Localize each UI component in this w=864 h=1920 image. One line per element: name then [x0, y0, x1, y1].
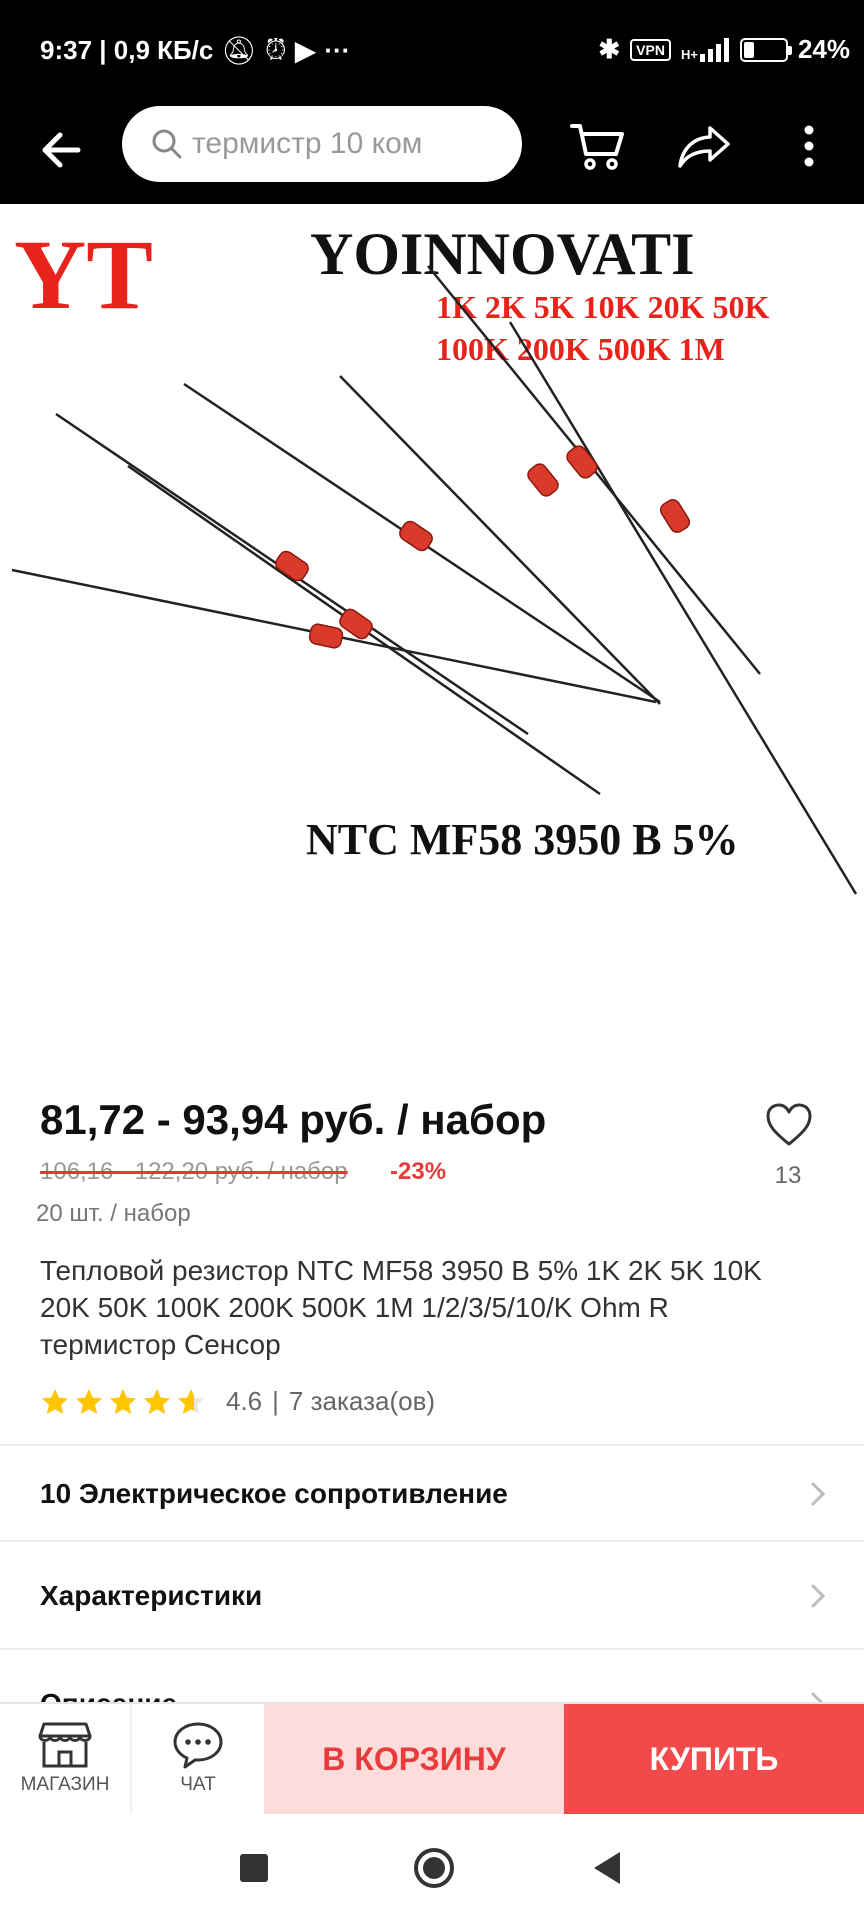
- search-placeholder: термистр 10 ком: [192, 127, 423, 160]
- search-icon: [152, 129, 182, 159]
- mute-notifications-icon: 🔕︎: [221, 35, 257, 66]
- store-icon: [38, 1722, 92, 1768]
- product-image[interactable]: YT YOINNOVATI 1K 2K 5K 10K 20K 50K 100K …: [0, 204, 864, 1064]
- divider: [0, 1648, 864, 1650]
- rating-separator: |: [272, 1386, 279, 1416]
- action-bar: МАГАЗИН ЧАТ В КОРЗИНУ КУПИТЬ: [0, 1702, 864, 1814]
- section-label: Характеристики: [40, 1580, 263, 1611]
- chat-button[interactable]: ЧАТ: [132, 1704, 264, 1814]
- star-icon: [144, 1388, 170, 1414]
- product-title: Тепловой резистор NTC MF58 3950 B 5% 1K …: [40, 1255, 762, 1360]
- buy-now-button[interactable]: КУПИТЬ: [564, 1704, 864, 1814]
- product-photo: YT YOINNOVATI 1K 2K 5K 10K 20K 50K 100K …: [0, 204, 864, 1064]
- chat-icon: [173, 1722, 223, 1769]
- status-time-speed: 9:37 | 0,9 КБ/с: [40, 35, 214, 65]
- values-line-2: 100K 200K 500K 1M: [436, 331, 725, 367]
- status-left: 9:37 | 0,9 КБ/с 🔕︎ ⏰︎ ▶ ···: [40, 34, 350, 67]
- vpn-badge: VPN: [630, 38, 671, 61]
- rating-row[interactable]: 4.6 | 7 заказа(ов): [40, 1386, 435, 1417]
- network-type: H+: [680, 46, 698, 62]
- status-right: ✱ VPN H+ 24%: [598, 34, 850, 65]
- discount-badge: -23%: [390, 1158, 447, 1185]
- values-line-1: 1K 2K 5K 10K 20K 50K: [436, 289, 769, 325]
- section-resistance[interactable]: 10 Электрическое сопротивление: [0, 1446, 864, 1542]
- arrow-left-icon: [42, 132, 81, 168]
- status-more: ···: [324, 35, 351, 65]
- price: 81,72 - 93,94 руб. / набор: [40, 1096, 547, 1143]
- battery-percent: 24%: [797, 34, 850, 64]
- chat-label: ЧАТ: [180, 1774, 216, 1795]
- more-options-button[interactable]: [794, 118, 824, 178]
- star-icon: [178, 1388, 204, 1414]
- more-vertical-icon: [804, 125, 814, 167]
- old-price: 106,16 - 122,20 руб. / набор: [40, 1158, 348, 1185]
- set-quantity: 20 шт. / набор: [36, 1200, 191, 1227]
- section-label: 10 Электрическое сопротивление: [40, 1478, 508, 1509]
- heart-icon: [766, 1103, 812, 1146]
- back-button[interactable]: [34, 120, 94, 180]
- wishlist-button[interactable]: [764, 1100, 814, 1150]
- battery-icon: [739, 37, 792, 62]
- chevron-right-icon: [811, 1482, 826, 1506]
- wishlist-count: 13: [774, 1162, 802, 1189]
- brand-logo: YT: [14, 219, 153, 330]
- share-button[interactable]: [674, 118, 734, 178]
- top-bar: термистр 10 ком: [0, 100, 864, 204]
- play-icon: ▶: [294, 35, 317, 66]
- home-button[interactable]: [414, 1848, 454, 1888]
- star-icon: [110, 1388, 136, 1414]
- section-specifications[interactable]: Характеристики: [0, 1548, 864, 1644]
- status-bar: 9:37 | 0,9 КБ/с 🔕︎ ⏰︎ ▶ ··· ✱ VPN H+ 24%: [0, 0, 864, 100]
- search-input[interactable]: термистр 10 ком: [122, 106, 522, 182]
- brand-name: YOINNOVATI: [310, 221, 695, 287]
- system-back-button[interactable]: [594, 1852, 620, 1884]
- system-nav-bar: [0, 1814, 864, 1920]
- alarm-icon: ⏰︎: [264, 34, 287, 65]
- star-icon: [42, 1388, 68, 1414]
- recent-apps-button[interactable]: [240, 1854, 268, 1882]
- chevron-right-icon: [811, 1584, 826, 1608]
- store-button[interactable]: МАГАЗИН: [0, 1704, 132, 1814]
- cart-button[interactable]: [568, 116, 628, 176]
- star-icon: [76, 1388, 102, 1414]
- bluetooth-icon: ✱: [598, 34, 621, 64]
- share-icon: [678, 126, 730, 168]
- signal-icon: H+: [680, 37, 730, 62]
- orders-count: 7 заказа(ов): [288, 1386, 436, 1416]
- image-caption: NTC MF58 3950 B 5%: [306, 815, 739, 864]
- cart-icon: [570, 124, 624, 170]
- store-label: МАГАЗИН: [20, 1774, 110, 1795]
- rating-stars: [40, 1387, 206, 1417]
- rating-value: 4.6: [226, 1386, 263, 1416]
- add-to-cart-button[interactable]: В КОРЗИНУ: [264, 1704, 564, 1814]
- divider: [0, 1540, 864, 1542]
